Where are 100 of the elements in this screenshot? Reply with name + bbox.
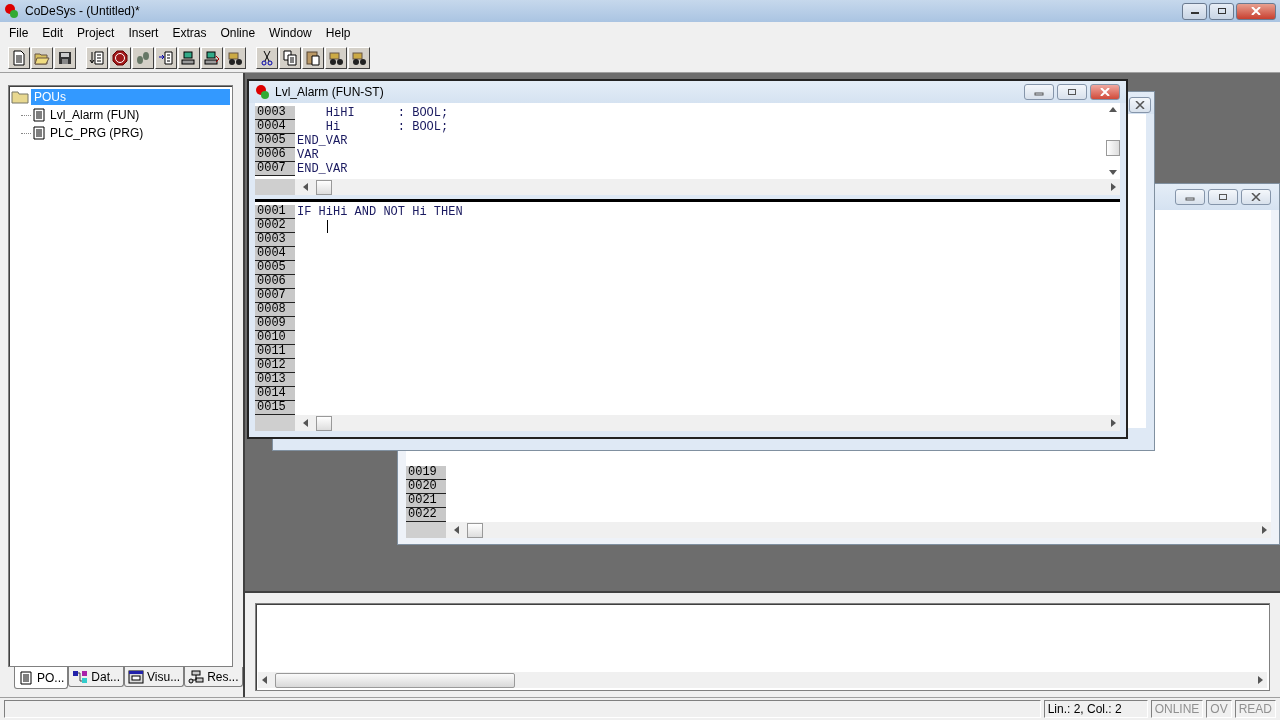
menu-item[interactable]: Edit — [35, 26, 71, 40]
maximize-button[interactable] — [1057, 84, 1087, 100]
save-button[interactable] — [54, 47, 76, 69]
maximize-button[interactable] — [1209, 2, 1234, 20]
maximize-button[interactable] — [1208, 189, 1238, 205]
line-number: 0010 — [255, 331, 295, 345]
line-number: 0007 — [255, 162, 295, 176]
binoculars-icon — [351, 50, 367, 66]
scroll-arrow-icon[interactable] — [1258, 676, 1263, 684]
copy-button[interactable] — [279, 47, 301, 69]
close-icon — [1135, 101, 1145, 109]
maximize-icon — [1067, 88, 1077, 96]
line-number: 0007 — [255, 289, 295, 303]
line-number: 0004 — [255, 120, 295, 134]
scroll-arrow-icon[interactable] — [303, 419, 308, 427]
line-number: 0006 — [255, 148, 295, 162]
code-line: END_VAR — [296, 134, 348, 148]
line-number: 0002 — [255, 219, 295, 233]
line-number: 0004 — [255, 247, 295, 261]
cursor-position: Lin.: 2, Col.: 2 — [1043, 700, 1148, 718]
close-button[interactable] — [1129, 97, 1151, 113]
binoculars-button[interactable] — [224, 47, 246, 69]
computer-arrow-button[interactable] — [201, 47, 223, 69]
menu-item[interactable]: File — [2, 26, 36, 40]
new-file-icon — [11, 50, 27, 66]
footsteps-icon — [135, 50, 151, 66]
footsteps-button[interactable] — [132, 47, 154, 69]
copy-icon — [282, 50, 298, 66]
computer-icon — [181, 50, 197, 66]
stop-icon — [112, 50, 128, 66]
line-number: 0019 — [406, 466, 446, 480]
scroll-arrow-icon[interactable] — [303, 183, 308, 191]
screen-icon — [128, 669, 145, 684]
stop-button[interactable] — [109, 47, 131, 69]
scroll-thumb[interactable] — [467, 522, 483, 538]
scroll-arrow-icon[interactable] — [454, 526, 459, 534]
line-number: 0013 — [255, 373, 295, 387]
scissors-button[interactable] — [256, 47, 278, 69]
status-indicator: READ — [1234, 700, 1276, 718]
computer-arrow-icon — [204, 50, 220, 66]
panel-tab[interactable]: Dat... — [68, 667, 125, 687]
binoculars-button[interactable] — [325, 47, 347, 69]
maximize-icon — [1216, 7, 1227, 15]
document-icon — [18, 670, 34, 685]
close-icon — [1251, 7, 1261, 15]
panel-tab[interactable]: PO... — [14, 667, 69, 689]
menu-item[interactable]: Help — [318, 26, 358, 40]
horizontal-scrollbar[interactable] — [258, 672, 1267, 688]
menu-item[interactable]: Window — [262, 26, 319, 40]
line-number: 0014 — [255, 387, 295, 401]
new-file-button[interactable] — [8, 47, 30, 69]
close-button[interactable] — [1090, 84, 1120, 100]
scroll-arrow-icon[interactable] — [1109, 107, 1117, 112]
app-icon — [4, 3, 20, 19]
close-button[interactable] — [1236, 2, 1276, 20]
panel-tab[interactable]: Res... — [184, 667, 243, 687]
line-number: 0015 — [255, 401, 295, 415]
close-button[interactable] — [1241, 189, 1271, 205]
line-number: 0020 — [406, 480, 446, 494]
maximize-icon — [1218, 193, 1228, 201]
binoculars-icon — [328, 50, 344, 66]
window-title: CoDeSys - (Untitled)* — [25, 4, 140, 18]
line-number-gutter — [255, 415, 295, 431]
download-button[interactable] — [86, 47, 108, 69]
line-number: 0008 — [255, 303, 295, 317]
code-line: END_VAR — [296, 162, 348, 176]
scroll-arrow-icon[interactable] — [262, 676, 267, 684]
horizontal-scrollbar[interactable] — [255, 415, 1120, 431]
line-number: 0005 — [255, 261, 295, 275]
minimize-button[interactable] — [1182, 2, 1207, 20]
panel-tab[interactable]: Visu... — [124, 667, 185, 687]
horizontal-scrollbar[interactable] — [406, 522, 1271, 538]
folder-icon — [11, 90, 29, 104]
code-line: VAR — [296, 148, 319, 162]
scroll-arrow-icon[interactable] — [1111, 419, 1116, 427]
tree-item[interactable]: Lvl_Alarm (FUN) — [47, 107, 143, 123]
menu-item[interactable]: Project — [70, 26, 122, 40]
horizontal-scrollbar[interactable] — [255, 179, 1120, 195]
scroll-thumb[interactable] — [275, 672, 515, 688]
paste-icon — [305, 50, 321, 66]
scroll-thumb[interactable] — [1106, 140, 1120, 156]
scroll-thumb[interactable] — [316, 179, 332, 195]
scroll-thumb[interactable] — [316, 415, 332, 431]
menu-item[interactable]: Online — [213, 26, 263, 40]
scroll-arrow-icon[interactable] — [1262, 526, 1267, 534]
code-line: IF HiHi AND NOT Hi THEN — [296, 205, 463, 219]
code-line: Hi : BOOL; — [324, 120, 449, 134]
menu-item[interactable]: Extras — [165, 26, 214, 40]
save-icon — [57, 50, 73, 66]
open-folder-icon — [34, 50, 50, 66]
menu-item[interactable]: Insert — [121, 26, 166, 40]
line-number: 0009 — [255, 317, 295, 331]
step-into-button[interactable] — [155, 47, 177, 69]
line-number: 0012 — [255, 359, 295, 373]
computer-button[interactable] — [178, 47, 200, 69]
download-icon — [89, 50, 105, 66]
paste-button[interactable] — [302, 47, 324, 69]
binoculars-button[interactable] — [348, 47, 370, 69]
tree-item[interactable]: PLC_PRG (PRG) — [47, 125, 147, 141]
open-folder-button[interactable] — [31, 47, 53, 69]
